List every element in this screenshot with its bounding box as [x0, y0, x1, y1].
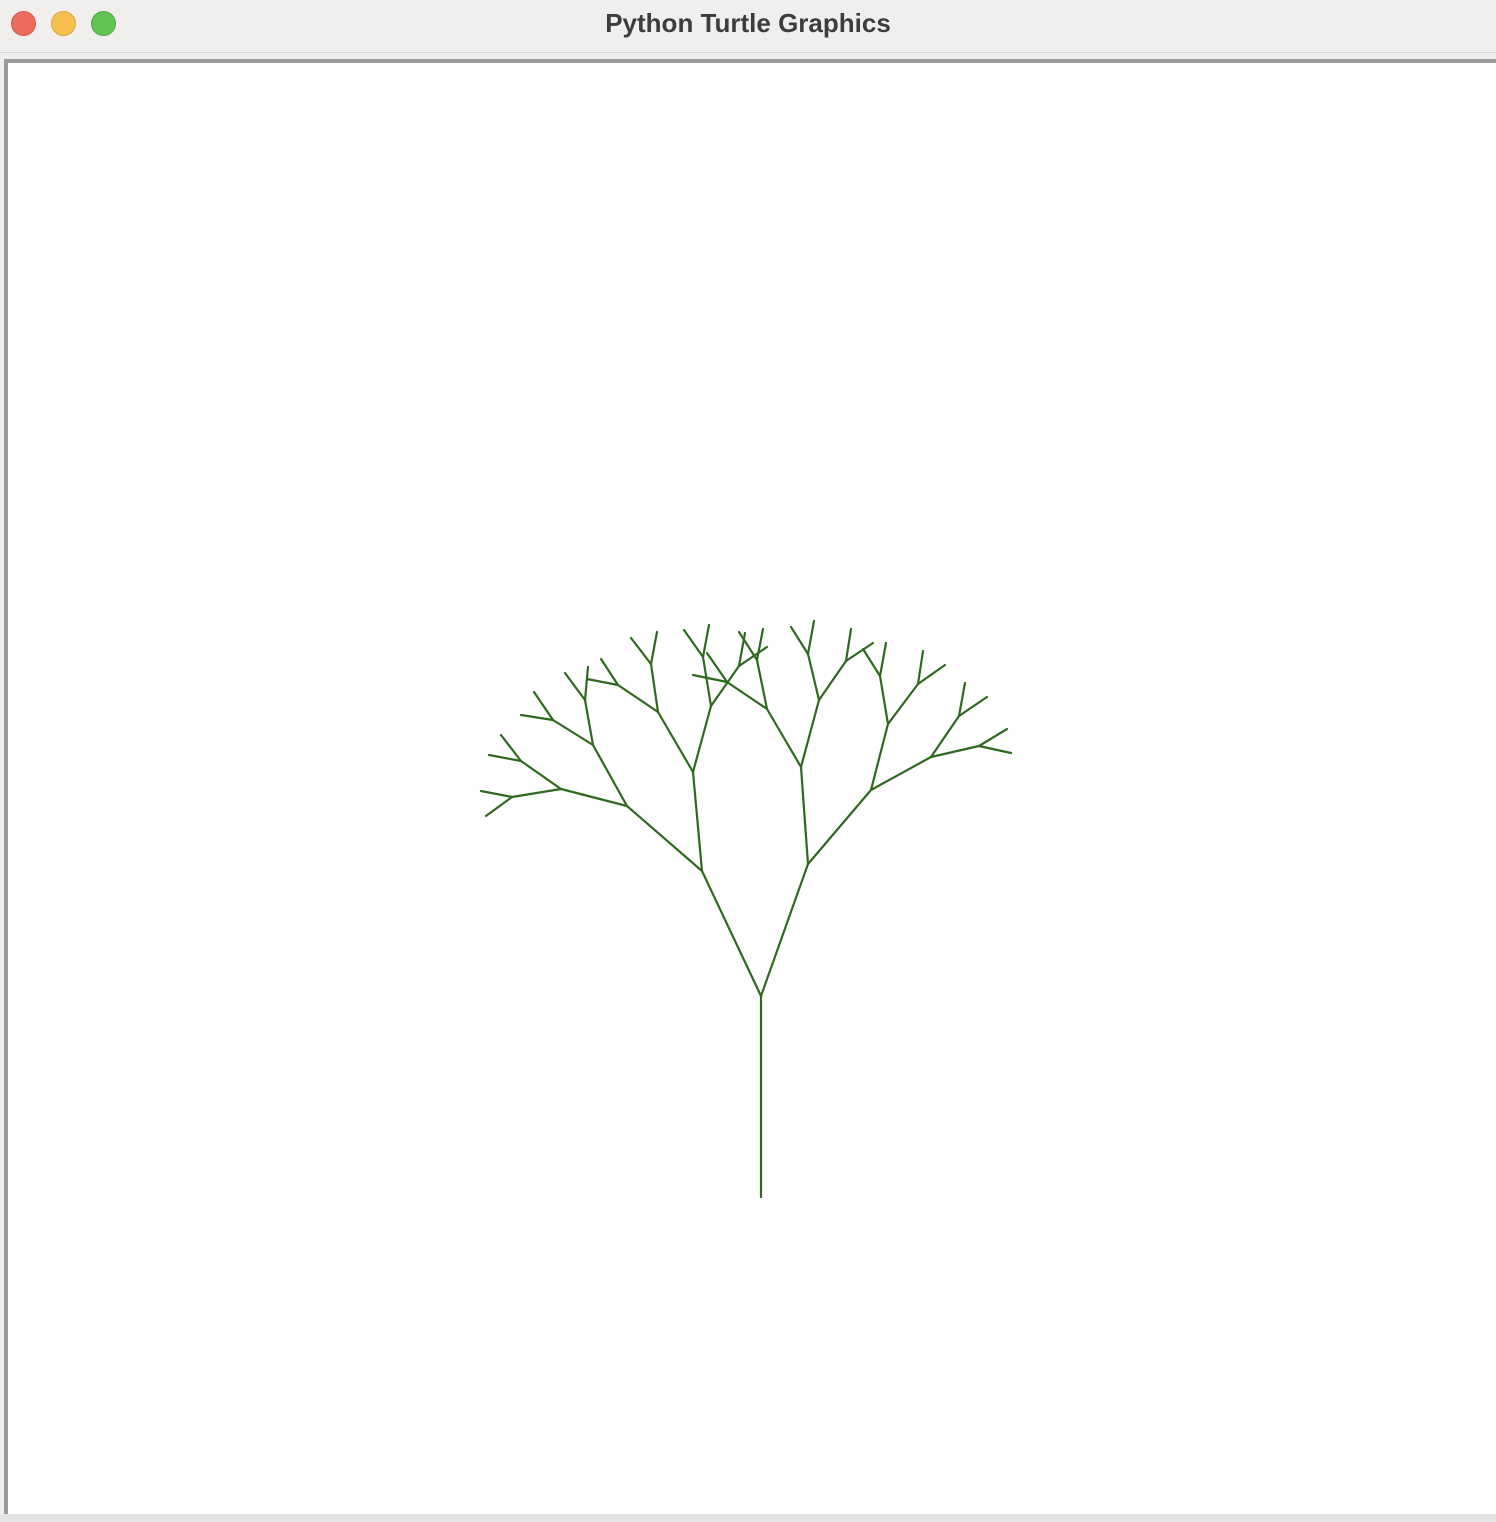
- branch: [559, 787, 629, 808]
- branch: [878, 641, 888, 678]
- branch: [532, 690, 555, 722]
- branch: [625, 804, 704, 873]
- branch: [844, 627, 853, 663]
- branch: [755, 627, 765, 662]
- branch: [957, 695, 989, 718]
- branch: [977, 727, 1009, 748]
- branch: [765, 707, 803, 769]
- branch: [725, 680, 769, 711]
- branch: [916, 649, 925, 686]
- branch: [916, 663, 947, 686]
- branch: [861, 647, 882, 678]
- branch: [583, 665, 590, 702]
- branch: [789, 625, 810, 656]
- branch: [817, 659, 848, 702]
- branch: [957, 681, 967, 718]
- branch: [519, 713, 555, 722]
- branch: [806, 619, 816, 656]
- branch: [701, 655, 713, 708]
- fractal-tree-drawing: [479, 619, 1013, 1199]
- branch: [510, 787, 563, 799]
- branch: [755, 658, 769, 711]
- branch: [591, 743, 629, 808]
- branch: [585, 677, 620, 687]
- turtle-window: Python Turtle Graphics: [0, 0, 1496, 1522]
- branch: [682, 628, 705, 659]
- branch: [551, 718, 595, 747]
- branch: [616, 683, 660, 714]
- branch: [878, 674, 890, 726]
- branch: [977, 744, 1013, 755]
- branch: [479, 789, 514, 799]
- branch: [806, 788, 873, 866]
- branch: [869, 722, 890, 792]
- branch: [583, 698, 595, 747]
- branch: [700, 869, 763, 998]
- branch: [563, 671, 587, 702]
- branch: [799, 765, 810, 866]
- tree-branches: [479, 619, 1013, 1199]
- branch: [484, 795, 514, 818]
- branch: [869, 755, 933, 792]
- branch: [737, 645, 769, 668]
- branch: [519, 759, 563, 791]
- branch: [649, 662, 660, 714]
- branch: [649, 630, 659, 666]
- branch: [886, 682, 920, 726]
- branch: [656, 710, 695, 774]
- branch: [701, 623, 711, 659]
- branch: [629, 636, 653, 666]
- branch: [799, 698, 821, 769]
- branch: [691, 704, 713, 774]
- branch: [759, 862, 810, 998]
- branch: [691, 770, 704, 873]
- branch: [806, 652, 821, 702]
